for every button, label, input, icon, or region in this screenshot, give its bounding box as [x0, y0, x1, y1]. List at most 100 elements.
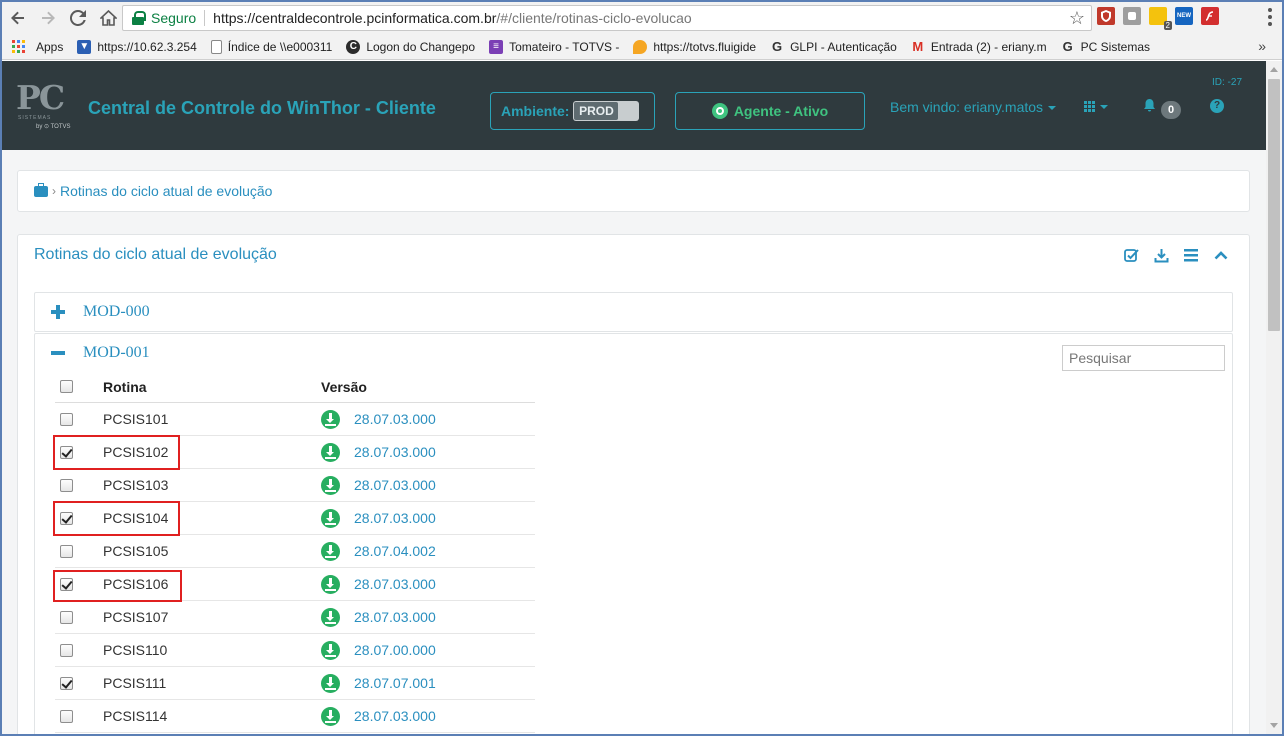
- list-icon: ≡: [489, 39, 504, 54]
- address-bar[interactable]: Seguro https://centraldecontrole.pcinfor…: [122, 5, 1092, 31]
- module-header[interactable]: MOD-000: [35, 293, 1232, 331]
- table-row: PCSIS106 28.07.03.000: [55, 568, 535, 601]
- rotina-cell: PCSIS110: [103, 642, 168, 658]
- download-circle-icon[interactable]: [321, 673, 340, 693]
- row-checkbox[interactable]: [60, 643, 73, 657]
- scroll-up-arrow-icon[interactable]: [1270, 67, 1278, 72]
- scroll-down-arrow-icon[interactable]: [1270, 723, 1278, 728]
- collapse-minus-icon[interactable]: [51, 346, 65, 360]
- download-circle-icon[interactable]: [321, 508, 340, 528]
- flash-extension-icon[interactable]: [1201, 7, 1219, 25]
- module-name[interactable]: MOD-000: [83, 303, 150, 321]
- check-all-icon[interactable]: [1123, 247, 1139, 263]
- download-circle-icon[interactable]: [321, 574, 340, 594]
- bookmark-indice[interactable]: Índice de \\e000311: [210, 39, 332, 54]
- gray-extension-icon[interactable]: [1123, 7, 1141, 25]
- bookmark-gmail[interactable]: M Entrada (2) - eriany.m: [911, 39, 1047, 54]
- bookmark-tomateiro[interactable]: ≡ Tomateiro - TOTVS -: [489, 39, 619, 54]
- download-circle-icon[interactable]: [321, 607, 340, 627]
- scrollbar-thumb[interactable]: [1268, 79, 1280, 331]
- table-header: Rotina Versão: [55, 371, 535, 403]
- bookmarks-overflow-icon[interactable]: »: [1258, 38, 1266, 54]
- select-all-checkbox[interactable]: [60, 380, 73, 393]
- download-circle-icon[interactable]: [321, 442, 340, 462]
- url-path: /#/cliente/rotinas-ciclo-evolucao: [496, 10, 692, 26]
- chevron-down-icon: [1100, 104, 1108, 109]
- news-extension-icon[interactable]: NEW: [1175, 7, 1193, 25]
- extension-icons: 2 NEW: [1097, 7, 1219, 30]
- row-checkbox[interactable]: [60, 610, 73, 624]
- forward-button[interactable]: [34, 4, 62, 32]
- row-checkbox[interactable]: [60, 676, 73, 690]
- bookmark-ip[interactable]: ▼ https://10.62.3.254: [77, 39, 197, 54]
- version-link[interactable]: 28.07.03.000: [354, 576, 436, 592]
- download-circle-icon[interactable]: [321, 706, 340, 726]
- environment-toggle[interactable]: PROD: [573, 101, 640, 121]
- routines-table: Rotina Versão PCSIS101 28.07.03.000 PCSIS1…: [55, 371, 535, 733]
- routines-panel: Rotinas do ciclo atual de evolução MOD-0…: [17, 234, 1250, 736]
- bookmark-label: Apps: [36, 39, 64, 54]
- row-checkbox[interactable]: [60, 544, 73, 558]
- module-header[interactable]: MOD-001: [35, 334, 1232, 372]
- bookmark-star-icon[interactable]: ☆: [1069, 8, 1085, 29]
- page-scrollbar[interactable]: [1266, 61, 1282, 734]
- bookmark-label: GLPI - Autenticação: [790, 39, 897, 54]
- rotina-cell: PCSIS114: [103, 708, 168, 724]
- download-circle-icon[interactable]: [321, 640, 340, 660]
- table-row: PCSIS102 28.07.03.000: [55, 436, 535, 469]
- bookmark-glpi[interactable]: G GLPI - Autenticação: [770, 39, 897, 54]
- row-checkbox[interactable]: [60, 445, 73, 459]
- expand-plus-icon[interactable]: [51, 305, 65, 319]
- pc-sistemas-logo: PC SISTEMAS by ⊙ TOTVS: [16, 78, 71, 131]
- version-link[interactable]: 28.07.00.000: [354, 642, 436, 658]
- version-link[interactable]: 28.07.03.000: [354, 510, 436, 526]
- back-button[interactable]: [4, 4, 32, 32]
- bookmark-apps[interactable]: Apps: [2, 39, 64, 54]
- bell-icon[interactable]: [1143, 99, 1156, 116]
- environment-box: Ambiente: PROD: [490, 92, 655, 130]
- row-checkbox[interactable]: [60, 709, 73, 723]
- version-link[interactable]: 28.07.03.000: [354, 708, 436, 724]
- rotina-cell: PCSIS102: [103, 444, 169, 460]
- flame-icon: [633, 39, 648, 54]
- table-row: PCSIS105 28.07.04.002: [55, 535, 535, 568]
- version-link[interactable]: 28.07.04.002: [354, 543, 436, 559]
- row-checkbox[interactable]: [60, 478, 73, 492]
- row-checkbox[interactable]: [60, 511, 73, 525]
- bookmark-pc-sistemas[interactable]: G PC Sistemas: [1061, 39, 1150, 54]
- breadcrumb-current[interactable]: Rotinas do ciclo atual de evolução: [60, 183, 272, 199]
- version-link[interactable]: 28.07.03.000: [354, 477, 436, 493]
- row-checkbox[interactable]: [60, 412, 73, 426]
- download-circle-icon[interactable]: [321, 475, 340, 495]
- version-link[interactable]: 28.07.03.000: [354, 444, 436, 460]
- reload-button[interactable]: [64, 4, 92, 32]
- version-link[interactable]: 28.07.07.001: [354, 675, 436, 691]
- home-button[interactable]: [94, 4, 122, 32]
- bookmarks-bar: Apps ▼ https://10.62.3.254 Índice de \\e…: [2, 34, 1282, 60]
- bookmark-label: Logon do Changepo: [366, 39, 476, 54]
- chevron-up-icon[interactable]: [1213, 247, 1229, 263]
- module-name[interactable]: MOD-001: [83, 344, 150, 362]
- shield-extension-icon[interactable]: [1097, 7, 1115, 25]
- rotina-cell: PCSIS104: [103, 510, 169, 526]
- agent-status-button[interactable]: Agente - Ativo: [675, 92, 865, 130]
- version-link[interactable]: 28.07.03.000: [354, 411, 436, 427]
- bookmark-fluig[interactable]: https://totvs.fluigide: [633, 39, 756, 54]
- download-icon[interactable]: [1153, 247, 1169, 263]
- apps-menu-button[interactable]: [1084, 101, 1108, 112]
- download-circle-icon[interactable]: [321, 409, 340, 429]
- row-checkbox[interactable]: [60, 577, 73, 591]
- news-extension-label: NEW: [1177, 13, 1191, 19]
- bookmark-changepoint[interactable]: C Logon do Changepo: [346, 39, 476, 54]
- document-icon: [210, 39, 222, 54]
- version-link[interactable]: 28.07.03.000: [354, 609, 436, 625]
- help-icon[interactable]: ?: [1210, 99, 1224, 113]
- menu-icon[interactable]: [1183, 247, 1199, 263]
- user-menu[interactable]: Bem vindo: eriany.matos: [890, 99, 1057, 115]
- browser-menu-icon[interactable]: [1268, 8, 1272, 26]
- notes-extension-icon[interactable]: 2: [1149, 7, 1172, 30]
- search-input[interactable]: [1062, 345, 1225, 371]
- bookmark-label: Entrada (2) - eriany.m: [930, 39, 1047, 54]
- url-host: https://centraldecontrole.pcinformatica.…: [213, 10, 497, 26]
- download-circle-icon[interactable]: [321, 541, 340, 561]
